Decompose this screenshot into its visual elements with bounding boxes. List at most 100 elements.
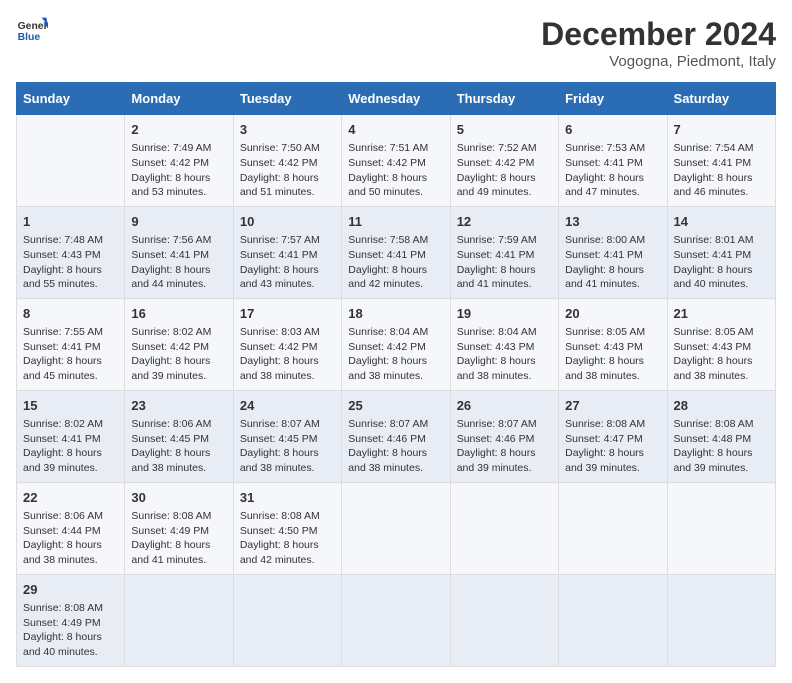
calendar-cell: 7Sunrise: 7:54 AM Sunset: 4:41 PM Daylig…: [667, 115, 775, 207]
svg-text:Blue: Blue: [18, 32, 41, 43]
day-info: Sunrise: 8:00 AM Sunset: 4:41 PM Dayligh…: [565, 233, 660, 292]
calendar-cell: [450, 482, 558, 574]
calendar-cell: 28 Sunrise: 8:08 AM Sunset: 4:48 PM Dayli…: [667, 390, 775, 482]
col-header-sunday: Sunday: [17, 83, 125, 115]
day-info: Sunrise: 8:08 AM Sunset: 4:49 PM Dayligh…: [23, 601, 118, 660]
calendar-cell: 9 Sunrise: 7:56 AM Sunset: 4:41 PM Daylig…: [125, 206, 233, 298]
day-info: Sunrise: 8:06 AM Sunset: 4:45 PM Dayligh…: [131, 417, 226, 476]
day-number: 14: [674, 213, 769, 231]
day-info: Sunrise: 7:59 AM Sunset: 4:41 PM Dayligh…: [457, 233, 552, 292]
calendar-cell: 8 Sunrise: 7:55 AM Sunset: 4:41 PM Daylig…: [17, 298, 125, 390]
col-header-friday: Friday: [559, 83, 667, 115]
calendar-row: 29Sunrise: 8:08 AM Sunset: 4:49 PM Dayli…: [17, 574, 776, 666]
day-number: 1: [23, 213, 118, 231]
day-number: 19: [457, 305, 552, 323]
calendar-cell: 29Sunrise: 8:08 AM Sunset: 4:49 PM Dayli…: [17, 574, 125, 666]
day-info: Sunrise: 8:08 AM Sunset: 4:47 PM Dayligh…: [565, 417, 660, 476]
calendar-cell: 4 Sunrise: 7:51 AM Sunset: 4:42 PM Daylig…: [342, 115, 450, 207]
day-number: 4: [348, 121, 443, 139]
calendar-row: 2Sunrise: 7:49 AM Sunset: 4:42 PM Daylig…: [17, 115, 776, 207]
calendar-cell: 5 Sunrise: 7:52 AM Sunset: 4:42 PM Daylig…: [450, 115, 558, 207]
day-number: 9: [131, 213, 226, 231]
calendar-cell: 26 Sunrise: 8:07 AM Sunset: 4:46 PM Dayli…: [450, 390, 558, 482]
day-info: Sunrise: 8:08 AM Sunset: 4:48 PM Dayligh…: [674, 417, 769, 476]
day-info: Sunrise: 8:02 AM Sunset: 4:41 PM Dayligh…: [23, 417, 118, 476]
day-info: Sunrise: 7:56 AM Sunset: 4:41 PM Dayligh…: [131, 233, 226, 292]
calendar-cell: [450, 574, 558, 666]
calendar-cell: 13Sunrise: 8:00 AM Sunset: 4:41 PM Dayli…: [559, 206, 667, 298]
calendar-cell: [342, 482, 450, 574]
day-number: 15: [23, 397, 118, 415]
day-info: Sunrise: 7:48 AM Sunset: 4:43 PM Dayligh…: [23, 233, 118, 292]
day-number: 10: [240, 213, 335, 231]
title-section: December 2024 Vogogna, Piedmont, Italy: [541, 16, 776, 70]
day-info: Sunrise: 7:52 AM Sunset: 4:42 PM Dayligh…: [457, 141, 552, 200]
day-number: 5: [457, 121, 552, 139]
day-number: 21: [674, 305, 769, 323]
calendar-cell: 15 Sunrise: 8:02 AM Sunset: 4:41 PM Dayli…: [17, 390, 125, 482]
logo-icon: General Blue: [16, 16, 48, 44]
calendar-cell: 1 Sunrise: 7:48 AM Sunset: 4:43 PM Daylig…: [17, 206, 125, 298]
day-number: 8: [23, 305, 118, 323]
day-number: 6: [565, 121, 660, 139]
col-header-thursday: Thursday: [450, 83, 558, 115]
calendar-cell: 3 Sunrise: 7:50 AM Sunset: 4:42 PM Daylig…: [233, 115, 341, 207]
calendar-cell: [667, 482, 775, 574]
day-number: 20: [565, 305, 660, 323]
day-info: Sunrise: 7:54 AM Sunset: 4:41 PM Dayligh…: [674, 141, 769, 200]
main-title: December 2024: [541, 16, 776, 53]
day-info: Sunrise: 8:07 AM Sunset: 4:46 PM Dayligh…: [457, 417, 552, 476]
day-info: Sunrise: 8:08 AM Sunset: 4:49 PM Dayligh…: [131, 509, 226, 568]
calendar-cell: 30 Sunrise: 8:08 AM Sunset: 4:49 PM Dayli…: [125, 482, 233, 574]
calendar-cell: 31 Sunrise: 8:08 AM Sunset: 4:50 PM Dayli…: [233, 482, 341, 574]
day-number: 17: [240, 305, 335, 323]
day-number: 30: [131, 489, 226, 507]
day-number: 3: [240, 121, 335, 139]
calendar-cell: 20Sunrise: 8:05 AM Sunset: 4:43 PM Dayli…: [559, 298, 667, 390]
subtitle: Vogogna, Piedmont, Italy: [541, 53, 776, 70]
day-info: Sunrise: 8:04 AM Sunset: 4:43 PM Dayligh…: [457, 325, 552, 384]
day-info: Sunrise: 8:02 AM Sunset: 4:42 PM Dayligh…: [131, 325, 226, 384]
calendar-cell: 12 Sunrise: 7:59 AM Sunset: 4:41 PM Dayli…: [450, 206, 558, 298]
calendar-row: 1 Sunrise: 7:48 AM Sunset: 4:43 PM Daylig…: [17, 206, 776, 298]
calendar-cell: 10 Sunrise: 7:57 AM Sunset: 4:41 PM Dayli…: [233, 206, 341, 298]
col-header-tuesday: Tuesday: [233, 83, 341, 115]
day-info: Sunrise: 7:50 AM Sunset: 4:42 PM Dayligh…: [240, 141, 335, 200]
day-info: Sunrise: 7:57 AM Sunset: 4:41 PM Dayligh…: [240, 233, 335, 292]
header: General Blue December 2024 Vogogna, Pied…: [16, 16, 776, 70]
day-number: 28: [674, 397, 769, 415]
day-info: Sunrise: 8:08 AM Sunset: 4:50 PM Dayligh…: [240, 509, 335, 568]
calendar-cell: 22Sunrise: 8:06 AM Sunset: 4:44 PM Dayli…: [17, 482, 125, 574]
col-header-saturday: Saturday: [667, 83, 775, 115]
day-info: Sunrise: 8:05 AM Sunset: 4:43 PM Dayligh…: [674, 325, 769, 384]
day-number: 26: [457, 397, 552, 415]
day-number: 31: [240, 489, 335, 507]
col-header-wednesday: Wednesday: [342, 83, 450, 115]
calendar-row: 22Sunrise: 8:06 AM Sunset: 4:44 PM Dayli…: [17, 482, 776, 574]
day-info: Sunrise: 7:49 AM Sunset: 4:42 PM Dayligh…: [131, 141, 226, 200]
day-number: 23: [131, 397, 226, 415]
day-number: 12: [457, 213, 552, 231]
day-number: 16: [131, 305, 226, 323]
calendar-cell: 2Sunrise: 7:49 AM Sunset: 4:42 PM Daylig…: [125, 115, 233, 207]
day-info: Sunrise: 7:53 AM Sunset: 4:41 PM Dayligh…: [565, 141, 660, 200]
calendar-cell: [125, 574, 233, 666]
calendar-cell: [559, 574, 667, 666]
calendar-cell: [342, 574, 450, 666]
calendar-cell: 24 Sunrise: 8:07 AM Sunset: 4:45 PM Dayli…: [233, 390, 341, 482]
calendar-cell: 25Sunrise: 8:07 AM Sunset: 4:46 PM Dayli…: [342, 390, 450, 482]
day-number: 24: [240, 397, 335, 415]
calendar-cell: [17, 115, 125, 207]
calendar-cell: [667, 574, 775, 666]
day-info: Sunrise: 8:07 AM Sunset: 4:45 PM Dayligh…: [240, 417, 335, 476]
day-info: Sunrise: 8:04 AM Sunset: 4:42 PM Dayligh…: [348, 325, 443, 384]
header-row: SundayMondayTuesdayWednesdayThursdayFrid…: [17, 83, 776, 115]
calendar-cell: 21 Sunrise: 8:05 AM Sunset: 4:43 PM Dayli…: [667, 298, 775, 390]
calendar-cell: 14Sunrise: 8:01 AM Sunset: 4:41 PM Dayli…: [667, 206, 775, 298]
day-number: 18: [348, 305, 443, 323]
day-number: 27: [565, 397, 660, 415]
day-info: Sunrise: 7:55 AM Sunset: 4:41 PM Dayligh…: [23, 325, 118, 384]
calendar-cell: 23 Sunrise: 8:06 AM Sunset: 4:45 PM Dayli…: [125, 390, 233, 482]
day-info: Sunrise: 7:51 AM Sunset: 4:42 PM Dayligh…: [348, 141, 443, 200]
calendar-cell: 17Sunrise: 8:03 AM Sunset: 4:42 PM Dayli…: [233, 298, 341, 390]
